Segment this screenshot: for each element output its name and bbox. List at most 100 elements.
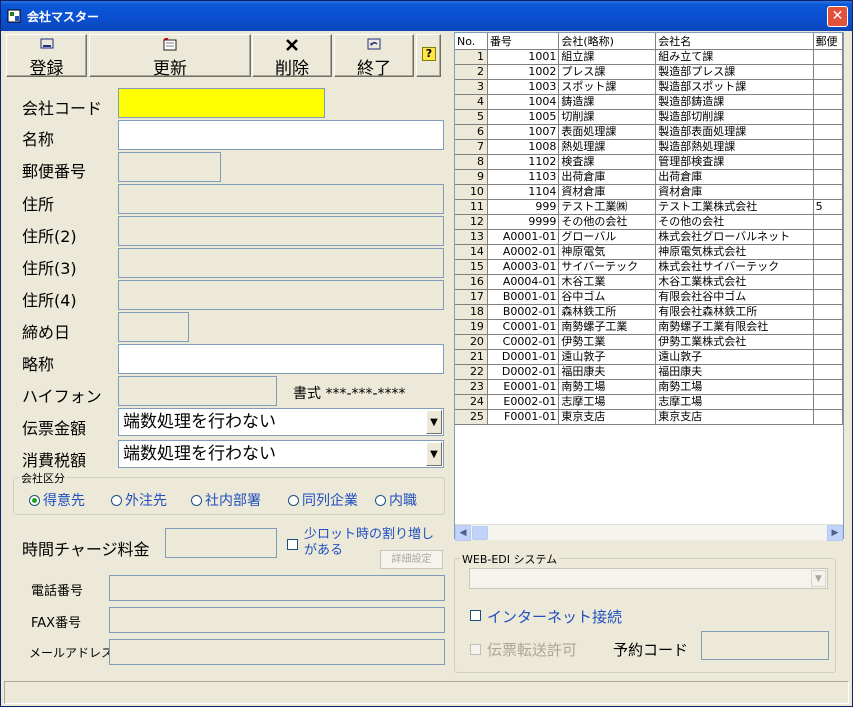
table-cell[interactable]: 9999 xyxy=(487,214,560,230)
table-cell[interactable]: A0002-01 xyxy=(487,244,560,260)
table-cell[interactable]: 株式会社サイバーテック xyxy=(655,259,814,275)
row-number-cell[interactable]: 14 xyxy=(455,244,488,260)
table-row[interactable]: 9 1103 出荷倉庫 出荷倉庫 xyxy=(455,169,843,185)
table-cell[interactable]: 表面処理課 xyxy=(558,124,657,140)
scroll-left-icon[interactable]: ◀ xyxy=(455,525,471,541)
row-number-cell[interactable]: 4 xyxy=(455,94,488,110)
table-cell[interactable]: 製造部スポット課 xyxy=(655,79,814,95)
detail-settings-button[interactable]: 詳細設定 xyxy=(380,550,443,569)
table-cell[interactable] xyxy=(813,289,843,305)
table-cell[interactable]: 1004 xyxy=(487,94,560,110)
table-cell[interactable]: A0003-01 xyxy=(487,259,560,275)
row-number-cell[interactable]: 20 xyxy=(455,334,488,350)
table-cell[interactable]: F0001-01 xyxy=(487,409,560,425)
table-row[interactable]: 23 E0001-01 南勢工場 南勢工場 xyxy=(455,379,843,395)
table-cell[interactable]: テスト工業株式会社 xyxy=(655,199,814,215)
row-number-cell[interactable]: 24 xyxy=(455,394,488,410)
row-number-cell[interactable]: 22 xyxy=(455,364,488,380)
grid-column-header[interactable]: 会社(略称) xyxy=(558,33,657,50)
abbrev-input[interactable] xyxy=(118,344,444,374)
radio-internal-dept[interactable]: 社内部署 xyxy=(191,490,261,510)
table-cell[interactable]: E0002-01 xyxy=(487,394,560,410)
table-row[interactable]: 14 A0002-01 神原電気 神原電気株式会社 xyxy=(455,244,843,260)
table-cell[interactable] xyxy=(813,409,843,425)
table-cell[interactable]: 1102 xyxy=(487,154,560,170)
table-cell[interactable]: 神原電気 xyxy=(558,244,657,260)
row-number-cell[interactable]: 3 xyxy=(455,79,488,95)
row-number-cell[interactable]: 19 xyxy=(455,319,488,335)
table-cell[interactable] xyxy=(813,79,843,95)
table-row[interactable]: 13 A0001-01 グローバル 株式会社グローバルネット xyxy=(455,229,843,245)
table-cell[interactable]: 伊勢工業株式会社 xyxy=(655,334,814,350)
table-cell[interactable]: 製造部プレス課 xyxy=(655,64,814,80)
table-cell[interactable]: 伊勢工業 xyxy=(558,334,657,350)
table-cell[interactable]: 999 xyxy=(487,199,560,215)
row-number-cell[interactable]: 11 xyxy=(455,199,488,215)
scroll-thumb[interactable] xyxy=(472,526,488,540)
table-cell[interactable]: 遠山敦子 xyxy=(558,349,657,365)
delete-button[interactable]: 削除 xyxy=(252,34,332,79)
table-cell[interactable]: 組み立て課 xyxy=(655,49,814,65)
table-cell[interactable]: 1007 xyxy=(487,124,560,140)
table-cell[interactable]: グローバル xyxy=(558,229,657,245)
table-row[interactable]: 19 C0001-01 南勢螺子工業 南勢螺子工業有限会社 xyxy=(455,319,843,335)
table-cell[interactable]: 鋳造課 xyxy=(558,94,657,110)
table-row[interactable]: 21 D0001-01 遠山敦子 遠山敦子 xyxy=(455,349,843,365)
table-cell[interactable]: 出荷倉庫 xyxy=(655,169,814,185)
table-cell[interactable]: A0004-01 xyxy=(487,274,560,290)
table-cell[interactable]: E0001-01 xyxy=(487,379,560,395)
row-number-cell[interactable]: 16 xyxy=(455,274,488,290)
table-cell[interactable]: スポット課 xyxy=(558,79,657,95)
row-number-cell[interactable]: 17 xyxy=(455,289,488,305)
table-cell[interactable]: 谷中ゴム xyxy=(558,289,657,305)
table-cell[interactable] xyxy=(813,259,843,275)
table-cell[interactable]: D0002-01 xyxy=(487,364,560,380)
table-cell[interactable]: B0001-01 xyxy=(487,289,560,305)
table-row[interactable]: 11 999 テスト工業㈱ テスト工業株式会社 5 xyxy=(455,199,843,215)
slip-amount-select[interactable]: 端数処理を行わない ▼ xyxy=(118,408,444,436)
row-number-cell[interactable]: 6 xyxy=(455,124,488,140)
table-cell[interactable]: 森林鉄工所 xyxy=(558,304,657,320)
table-cell[interactable]: 木谷工業 xyxy=(558,274,657,290)
address4-input[interactable] xyxy=(118,280,444,310)
table-cell[interactable] xyxy=(813,304,843,320)
row-number-cell[interactable]: 7 xyxy=(455,139,488,155)
table-cell[interactable]: 有限会社谷中ゴム xyxy=(655,289,814,305)
table-cell[interactable] xyxy=(813,49,843,65)
name-input[interactable] xyxy=(118,120,444,150)
table-cell[interactable]: 福田康夫 xyxy=(558,364,657,380)
table-row[interactable]: 8 1102 検査課 管理部検査課 xyxy=(455,154,843,170)
table-row[interactable]: 7 1008 熱処理課 製造部熱処理課 xyxy=(455,139,843,155)
radio-customer[interactable]: 得意先 xyxy=(29,490,85,510)
row-number-cell[interactable]: 1 xyxy=(455,49,488,65)
small-lot-checkbox[interactable] xyxy=(287,539,298,550)
table-cell[interactable]: A0001-01 xyxy=(487,229,560,245)
table-row[interactable]: 1 1001 組立課 組み立て課 xyxy=(455,49,843,65)
table-cell[interactable]: 製造部鋳造課 xyxy=(655,94,814,110)
table-cell[interactable]: 1008 xyxy=(487,139,560,155)
exit-button[interactable]: 終了 xyxy=(334,34,414,79)
table-cell[interactable]: 福田康夫 xyxy=(655,364,814,380)
table-row[interactable]: 15 A0003-01 サイバーテック 株式会社サイバーテック xyxy=(455,259,843,275)
row-number-cell[interactable]: 21 xyxy=(455,349,488,365)
row-number-cell[interactable]: 23 xyxy=(455,379,488,395)
table-cell[interactable]: 製造部表面処理課 xyxy=(655,124,814,140)
row-number-cell[interactable]: 8 xyxy=(455,154,488,170)
tax-amount-select[interactable]: 端数処理を行わない ▼ xyxy=(118,440,444,468)
table-row[interactable]: 22 D0002-01 福田康夫 福田康夫 xyxy=(455,364,843,380)
table-cell[interactable]: 1005 xyxy=(487,109,560,125)
webedi-system-select[interactable]: ▼ xyxy=(469,568,828,589)
table-cell[interactable] xyxy=(813,124,843,140)
company-code-input[interactable] xyxy=(118,88,325,118)
table-cell[interactable] xyxy=(813,184,843,200)
hyphen-input[interactable] xyxy=(118,376,277,406)
hourly-charge-input[interactable] xyxy=(165,528,277,558)
table-cell[interactable] xyxy=(813,139,843,155)
table-cell[interactable]: 遠山敦子 xyxy=(655,349,814,365)
title-bar[interactable]: 会社マスター ✕ xyxy=(1,1,852,31)
table-cell[interactable] xyxy=(813,334,843,350)
fax-input[interactable] xyxy=(109,607,445,633)
table-cell[interactable]: 1104 xyxy=(487,184,560,200)
phone-input[interactable] xyxy=(109,575,445,601)
table-cell[interactable]: 1002 xyxy=(487,64,560,80)
